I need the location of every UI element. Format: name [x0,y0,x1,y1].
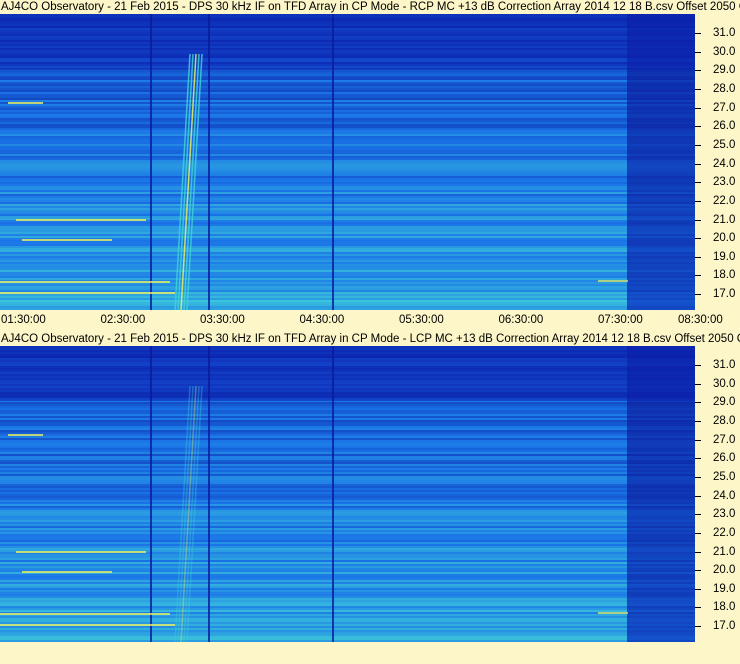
time-label: 07:30:00 [598,314,643,326]
frequency-tick [695,107,701,109]
frequency-tick [695,182,701,184]
frequency-label: 25.0 [713,138,736,151]
frequency-label: 29.0 [713,64,736,77]
interference-line [8,102,43,104]
vertical-line [208,346,210,642]
frequency-label: 20.0 [713,564,736,577]
interference-line [598,280,628,282]
frequency-tick [695,588,701,590]
time-label: 04:30:00 [299,314,345,326]
frequency-tick [695,570,701,572]
frequency-label: 29.0 [713,396,736,409]
frequency-tick [695,532,701,534]
interference-line [16,219,146,221]
frequency-tick [695,256,701,258]
frequency-label: 22.0 [713,526,736,539]
time-label: 06:30:00 [498,314,544,326]
vertical-line [150,14,152,310]
frequency-tick [695,495,701,497]
frequency-tick [695,219,701,221]
frequency-label: 26.0 [713,120,736,133]
frequency-label: 28.0 [713,82,736,95]
time-label: 03:30:00 [200,314,245,326]
frequency-tick [695,402,701,404]
frequency-label: 24.0 [713,489,736,502]
frequency-label: 24.0 [713,157,736,170]
frequency-tick [695,51,701,53]
frequency-label: 31.0 [713,359,736,371]
interference-line [8,434,43,436]
frequency-label: 22.0 [713,194,736,207]
frequency-label: 27.0 [713,101,736,114]
frequency-label: 18.0 [713,601,736,614]
panel-title-lcp: AJ4CO Observatory - 21 Feb 2015 - DPS 30… [0,332,740,346]
frequency-label: 21.0 [713,545,736,558]
frequency-tick [695,294,701,296]
frequency-tick [695,200,701,202]
frequency-axis-lcp: 31.0 30.0 29.0 28.0 27.0 26.0 25.0 24.0 23.0 22.0… [695,346,740,642]
top-band [0,346,695,401]
interference-line [598,612,628,614]
spectrogram-image-lcp [0,346,695,642]
frequency-label: 20.0 [713,232,736,245]
interference-line [22,571,112,573]
frequency-tick [695,163,701,165]
frequency-tick [695,458,701,460]
frequency-label: 17.0 [713,620,736,633]
frequency-tick [695,439,701,441]
frequency-tick [695,607,701,609]
frequency-tick [695,420,701,422]
spectrogram-rcp[interactable] [0,14,695,310]
interference-line [0,613,170,615]
frequency-tick [695,383,701,385]
time-label: 08:30:00 [678,314,723,326]
frequency-tick [695,70,701,72]
interference-line [0,624,175,626]
frequency-tick [695,275,701,277]
frequency-label: 21.0 [713,213,736,226]
time-axis-rcp: 01:30:00 02:30:00 03:30:00 04:30:00 05:30:00… [0,313,740,327]
time-label: 02:30:00 [100,314,146,326]
frequency-label: 23.0 [713,176,736,189]
frequency-label: 30.0 [713,45,736,58]
vertical-line [208,14,210,310]
frequency-tick [695,33,701,34]
spectrogram-image-rcp [0,14,695,310]
frequency-tick [695,626,701,628]
interference-line [0,292,175,294]
time-label: 05:30:00 [399,314,444,326]
frequency-tick [695,476,701,478]
vertical-line [150,346,152,642]
frequency-label: 23.0 [713,508,736,521]
frequency-tick [695,365,701,366]
frequency-label: 31.0 [713,27,736,39]
frequency-tick [695,514,701,516]
frequency-label: 30.0 [713,377,736,390]
frequency-label: 28.0 [713,414,736,427]
frequency-tick [695,126,701,128]
frequency-label: 19.0 [713,250,736,263]
top-band [0,14,695,69]
frequency-axis-rcp: 31.0 30.0 29.0 28.0 27.0 26.0 25.0 24.0 23.0 22.0… [695,14,740,310]
frequency-label: 17.0 [713,288,736,301]
frequency-tick [695,238,701,240]
panel-title-rcp: AJ4CO Observatory - 21 Feb 2015 - DPS 30… [0,0,740,14]
frequency-label: 26.0 [713,452,736,465]
vertical-line [332,14,334,310]
interference-line [0,281,170,283]
interference-line [22,239,112,241]
frequency-tick [695,144,701,146]
frequency-tick [695,88,701,90]
spectrogram-lcp[interactable] [0,346,695,642]
frequency-label: 19.0 [713,582,736,595]
frequency-label: 27.0 [713,433,736,446]
time-label: 01:30:00 [1,314,46,326]
frequency-label: 18.0 [713,269,736,282]
vertical-line [332,346,334,642]
frequency-tick [695,551,701,553]
interference-line [16,551,146,553]
frequency-label: 25.0 [713,470,736,483]
